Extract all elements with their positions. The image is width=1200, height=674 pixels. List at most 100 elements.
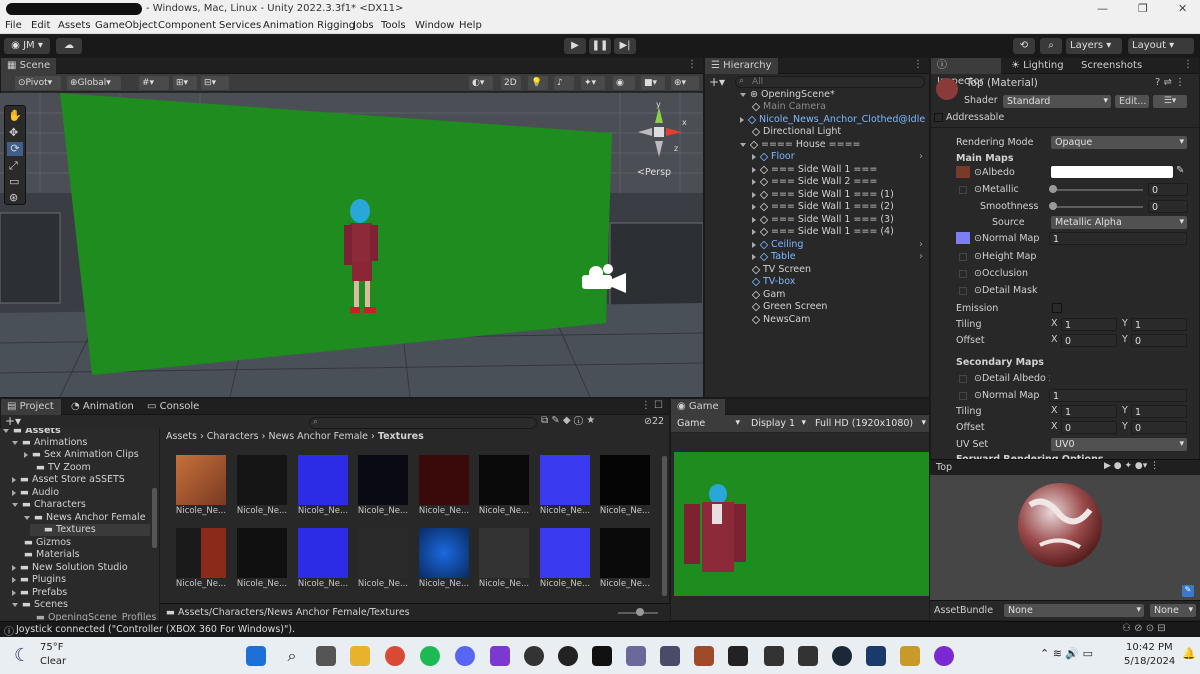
shader-list-icon[interactable]: ☰▾ <box>1153 95 1187 108</box>
weather-desc[interactable]: Clear <box>40 656 66 667</box>
tab-project[interactable]: ▤ Project <box>1 399 61 415</box>
tree-item-textures[interactable]: ▬ Textures <box>30 524 150 536</box>
2d-toggle-button[interactable]: 2D <box>501 76 521 90</box>
clock-date[interactable]: 5/18/2024 <box>1124 656 1175 667</box>
app-icon[interactable] <box>866 646 886 666</box>
tree-item-scenes[interactable]: ▬ Scenes <box>12 599 68 611</box>
restore-button[interactable]: ❐ <box>1138 2 1148 15</box>
github-desktop-icon[interactable] <box>934 646 954 666</box>
preview-controls-icon[interactable]: ▶ ● ✦ ●▾ ⋮ <box>1104 461 1159 471</box>
close-button[interactable]: ✕ <box>1178 2 1187 15</box>
gizmos-toggle-icon[interactable]: ⊕▾ <box>671 76 699 90</box>
texture-thumb[interactable] <box>479 455 529 505</box>
project-scrollbar[interactable] <box>662 456 667 596</box>
tab-console[interactable]: ▭ Console <box>141 399 205 415</box>
texture-thumb[interactable] <box>479 528 529 578</box>
tree-item-news-anchor-female[interactable]: ▬ News Anchor Female <box>24 512 146 524</box>
tab-lighting[interactable]: ☀ Lighting <box>1005 58 1070 74</box>
rect-tool-icon[interactable]: ▭ <box>9 175 19 188</box>
texture-thumb[interactable] <box>419 528 469 578</box>
albedo-color-swatch[interactable] <box>1051 166 1173 178</box>
pivot-dropdown[interactable]: ⊙Pivot▾ <box>15 76 61 90</box>
shading-mode-icon[interactable]: ◐▾ <box>469 76 493 90</box>
hierarchy-search-input[interactable]: ⌕ All <box>735 76 925 88</box>
texture-thumb[interactable] <box>176 528 226 578</box>
tree-item-tv-zoom[interactable]: ▬ TV Zoom <box>36 462 91 474</box>
smoothness-slider-track[interactable] <box>1053 206 1143 208</box>
visual-studio-icon[interactable] <box>490 646 510 666</box>
hierarchy-item-ceiling[interactable]: Ceiling <box>752 239 803 251</box>
tray-icons[interactable]: ⌃ ≋ 🔊 ▭ <box>1040 647 1093 660</box>
pause-button[interactable]: ❚❚ <box>589 38 611 54</box>
hand-tool-icon[interactable]: ✋ <box>8 109 22 122</box>
chevron-right-icon[interactable]: › <box>919 251 923 262</box>
history-icon[interactable]: ⟲ <box>1013 38 1035 54</box>
app-icon[interactable] <box>626 646 646 666</box>
notion-icon[interactable] <box>592 646 612 666</box>
eyedropper-icon[interactable]: ✎ <box>1176 165 1184 176</box>
project-search-input[interactable]: ⌕ <box>309 417 537 429</box>
chevron-right-icon[interactable]: › <box>919 239 923 250</box>
layout-dropdown[interactable]: Layout ▾ <box>1128 38 1194 54</box>
texture-thumb[interactable] <box>540 455 590 505</box>
preview-badge-icon[interactable]: ✎ <box>1182 585 1194 597</box>
hierarchy-item-side-wall-1-2[interactable]: === Side Wall 1 === (2) <box>752 201 894 213</box>
search-icon[interactable]: ⌕ <box>1040 38 1062 54</box>
game-mode-dropdown[interactable]: Game <box>673 417 743 430</box>
task-view-icon[interactable] <box>316 646 336 666</box>
filter-icons[interactable]: ⧉ ✎ ◆ ⓘ ★ <box>541 415 595 426</box>
tree-item-prefabs[interactable]: ▬ Prefabs <box>12 587 67 599</box>
unity-icon[interactable] <box>798 646 818 666</box>
tree-item-asset-store[interactable]: ▬ Asset Store aSSETS <box>12 474 125 486</box>
hierarchy-item-side-wall-1[interactable]: === Side Wall 1 === <box>752 164 877 176</box>
scene-viewport[interactable]: ✋ ✥ ⟳ ⤢ ▭ ⊛ y x z <Persp <box>0 93 703 397</box>
tab-inspector[interactable]: ⓘ Inspector <box>931 58 1001 87</box>
tab-game[interactable]: ◉ Game <box>671 399 725 415</box>
spotify-icon[interactable] <box>420 646 440 666</box>
create-asset-button[interactable]: +▾ <box>5 414 21 428</box>
albedo-texture-slot[interactable] <box>956 166 970 178</box>
unity-icon[interactable] <box>728 646 748 666</box>
breadcrumb-news-anchor-female[interactable]: News Anchor Female <box>268 431 368 442</box>
discord-icon[interactable] <box>455 646 475 666</box>
hierarchy-item-main-camera[interactable]: Main Camera <box>751 101 826 113</box>
hierarchy-item-side-wall-1-1[interactable]: === Side Wall 1 === (1) <box>752 189 894 201</box>
normal-map-texture-slot[interactable] <box>956 232 970 244</box>
normal-map2-field[interactable]: 1 <box>1049 389 1187 402</box>
account-button[interactable]: ◉ JM ▾ <box>4 38 50 54</box>
tree-item-animations[interactable]: ▬ Animations <box>12 437 87 449</box>
menu-gameobject[interactable]: GameObject <box>95 20 157 31</box>
tab-hierarchy[interactable]: ☰ Hierarchy <box>705 58 778 74</box>
menu-animation-rigging[interactable]: Animation Rigging <box>263 20 355 31</box>
thumb-size-knob[interactable] <box>636 608 644 616</box>
display-dropdown[interactable]: Display 1 <box>747 417 809 430</box>
layers-dropdown[interactable]: Layers ▾ <box>1066 38 1122 54</box>
hierarchy-item-house[interactable]: ==== House ==== <box>740 139 861 151</box>
edit-shader-button[interactable]: Edit... <box>1115 95 1149 108</box>
addressable-checkbox[interactable] <box>934 113 943 122</box>
help-icon[interactable]: ? ⇌ ⋮ <box>1155 77 1185 88</box>
hierarchy-item-side-wall-1-3[interactable]: === Side Wall 1 === (3) <box>752 214 894 226</box>
texture-thumb[interactable] <box>600 528 650 578</box>
texture-thumb[interactable] <box>237 455 287 505</box>
tree-item-sex-animation-clips[interactable]: ▬ Sex Animation Clips <box>24 449 139 461</box>
play-button[interactable]: ▶ <box>564 38 586 54</box>
menu-help[interactable]: Help <box>459 20 482 31</box>
chevron-right-icon[interactable]: › <box>919 151 923 162</box>
transform-tool-icon[interactable]: ⊛ <box>9 191 18 204</box>
tiling2-x-field[interactable]: 1 <box>1061 405 1117 418</box>
tree-item-audio[interactable]: ▬ Audio <box>12 487 59 499</box>
hierarchy-menu-icon[interactable]: ⋮ <box>913 59 923 70</box>
rotate-tool-icon[interactable]: ⟳ <box>7 142 23 156</box>
hierarchy-scene-root[interactable]: ⊛ OpeningScene* <box>740 89 835 101</box>
hierarchy-item-green-screen[interactable]: Green Screen <box>751 301 827 313</box>
texture-thumb[interactable] <box>237 528 287 578</box>
menu-edit[interactable]: Edit <box>31 20 50 31</box>
assetbundle-variant-dropdown[interactable]: None <box>1150 604 1196 617</box>
hierarchy-item-newscam[interactable]: NewsCam <box>751 314 810 326</box>
tree-item-materials[interactable]: ▬ Materials <box>24 549 80 561</box>
menu-jobs[interactable]: Jobs <box>353 20 374 31</box>
menu-services[interactable]: Services <box>219 20 261 31</box>
tree-item-gizmos[interactable]: ▬ Gizmos <box>24 537 71 549</box>
app-icon[interactable] <box>694 646 714 666</box>
